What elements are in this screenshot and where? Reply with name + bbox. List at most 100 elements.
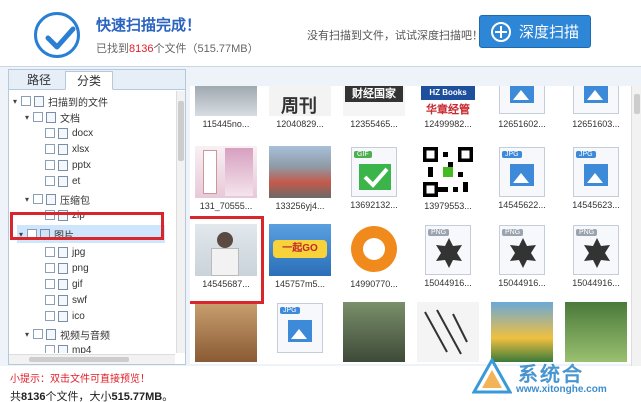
file-thumbnail[interactable] (412, 302, 484, 362)
file-name: 14545623... (572, 200, 620, 210)
ico-file-icon (58, 310, 68, 322)
tab-path[interactable]: 路径 (15, 71, 63, 90)
grid-vertical-scrollbar[interactable] (631, 86, 641, 366)
checkbox[interactable] (33, 112, 43, 122)
expand-icon[interactable]: ▾ (11, 97, 19, 106)
file-thumbnail[interactable]: 14990770... (338, 224, 410, 289)
file-thumbnail[interactable]: JPG (264, 302, 336, 353)
png-badge: PNG (576, 229, 598, 236)
file-name: 12499982... (424, 119, 472, 129)
file-name: 12651603... (572, 119, 620, 129)
qr-code-thumbnail (417, 146, 479, 198)
file-thumbnail[interactable]: 131_70555... (190, 146, 262, 211)
tree-item-png[interactable]: png (45, 260, 89, 276)
file-thumbnail[interactable]: 一起GO 145757m5... (264, 224, 336, 289)
tree-item-et[interactable]: et (45, 173, 80, 189)
checkbox[interactable] (21, 96, 31, 106)
tree-item-mp4[interactable]: mp4 (45, 342, 91, 353)
checkbox[interactable] (45, 247, 55, 257)
file-thumbnail[interactable]: PNG 15044916... (412, 224, 484, 288)
tree-vertical-scrollbar[interactable] (176, 91, 185, 353)
tree-horizontal-scrollbar[interactable] (9, 354, 175, 364)
tree-item-doc[interactable]: ▾ 文档 (23, 109, 80, 125)
file-thumbnail[interactable]: PNG 15044916... (560, 224, 631, 288)
file-thumbnail[interactable]: 13979553... (412, 146, 484, 211)
checkbox[interactable] (45, 176, 55, 186)
file-name: 15044916... (572, 278, 620, 288)
jpg-file-icon: JPG (573, 147, 619, 197)
jpg-badge: JPG (502, 151, 522, 158)
tree-item-ico[interactable]: ico (45, 308, 85, 324)
tree-item-jpg[interactable]: jpg (45, 244, 85, 260)
checkbox[interactable] (45, 295, 55, 305)
file-thumbnail[interactable]: 周刊 12040829... (264, 86, 336, 129)
watermark-logo-icon (472, 358, 512, 394)
fox-logo-thumbnail (343, 224, 405, 276)
tree-item-docx[interactable]: docx (45, 125, 93, 141)
tree-label: et (72, 175, 81, 187)
file-thumbnail[interactable]: JPG 14545622... (486, 146, 558, 210)
scrollbar-thumb[interactable] (634, 94, 640, 114)
file-thumbnail[interactable]: 115445no... (190, 86, 262, 129)
tree-label: pptx (72, 159, 91, 171)
promo-banner-thumbnail: 一起GO (269, 224, 331, 276)
file-thumbnail[interactable]: JPG 14545623... (560, 146, 631, 210)
file-name: 115445no... (202, 119, 250, 129)
checkbox[interactable] (45, 279, 55, 289)
plus-icon (490, 21, 511, 42)
scrollbar-thumb[interactable] (29, 357, 129, 362)
file-thumbnail[interactable]: 12651603... (560, 86, 631, 129)
tree-item-gif[interactable]: gif (45, 276, 83, 292)
tree-item-av[interactable]: ▾ 视频与音频 (23, 326, 110, 342)
star-badge-icon (436, 238, 462, 268)
green-check-icon (359, 164, 391, 190)
png-file-icon (58, 262, 68, 274)
tree-item-pptx[interactable]: pptx (45, 157, 91, 173)
file-thumbnail[interactable]: 133256yj4... (264, 146, 336, 211)
expand-icon[interactable]: ▾ (23, 330, 31, 339)
scan-complete-icon (34, 12, 80, 58)
tree-item-xlsx[interactable]: xlsx (45, 141, 89, 157)
file-thumbnail[interactable]: HZ Books 华章经管 12499982... (412, 86, 484, 129)
checkbox[interactable] (45, 345, 55, 353)
file-thumbnail[interactable] (560, 302, 631, 362)
checkbox[interactable] (45, 144, 55, 154)
file-grid: 115445no... 周刊 12040829... 财经国家 12355465… (190, 86, 631, 364)
file-thumbnail[interactable] (190, 302, 262, 362)
summary-mid: 个文件，大小 (45, 391, 112, 402)
generic-image-icon (499, 86, 545, 114)
file-thumbnail[interactable] (338, 302, 410, 362)
swf-file-icon (58, 294, 68, 306)
file-thumbnail[interactable]: PNG 15044916... (486, 224, 558, 288)
checkbox[interactable] (45, 263, 55, 273)
file-thumbnail[interactable]: 财经国家 12355465... (338, 86, 410, 129)
tab-category[interactable]: 分类 (65, 71, 113, 90)
poster-thumbnail (195, 146, 257, 198)
file-thumbnail[interactable] (486, 302, 558, 362)
checkbox[interactable] (33, 329, 43, 339)
tree-label: 扫描到的文件 (48, 97, 108, 109)
expand-icon[interactable]: ▾ (23, 195, 31, 204)
tree-item-swf[interactable]: swf (45, 292, 87, 308)
jpg-file-icon: JPG (499, 147, 545, 197)
landscape-icon (584, 86, 608, 103)
checkbox[interactable] (45, 160, 55, 170)
checkbox[interactable] (45, 311, 55, 321)
file-thumbnail[interactable]: 12651602... (486, 86, 558, 129)
jpg-file-icon: JPG (277, 303, 323, 353)
deep-scan-button[interactable]: 深度扫描 (479, 15, 591, 48)
tree-item-zip-group[interactable]: ▾ 压缩包 (23, 191, 90, 207)
checkbox[interactable] (33, 194, 43, 204)
file-thumbnail[interactable]: GIF 13692132... (338, 146, 410, 210)
file-name: 12651602... (498, 119, 546, 129)
logo-subtext: 华章经管 (426, 104, 470, 116)
tree-label: jpg (72, 246, 86, 258)
tree-item-root[interactable]: ▾ 扫描到的文件 (11, 93, 108, 109)
checkbox[interactable] (45, 128, 55, 138)
scrollbar-thumb[interactable] (178, 101, 184, 161)
poster-figure (225, 148, 253, 196)
gif-file-icon (58, 278, 68, 290)
png-badge: PNG (428, 229, 450, 236)
highlight-box-images (10, 212, 164, 240)
expand-icon[interactable]: ▾ (23, 113, 31, 122)
